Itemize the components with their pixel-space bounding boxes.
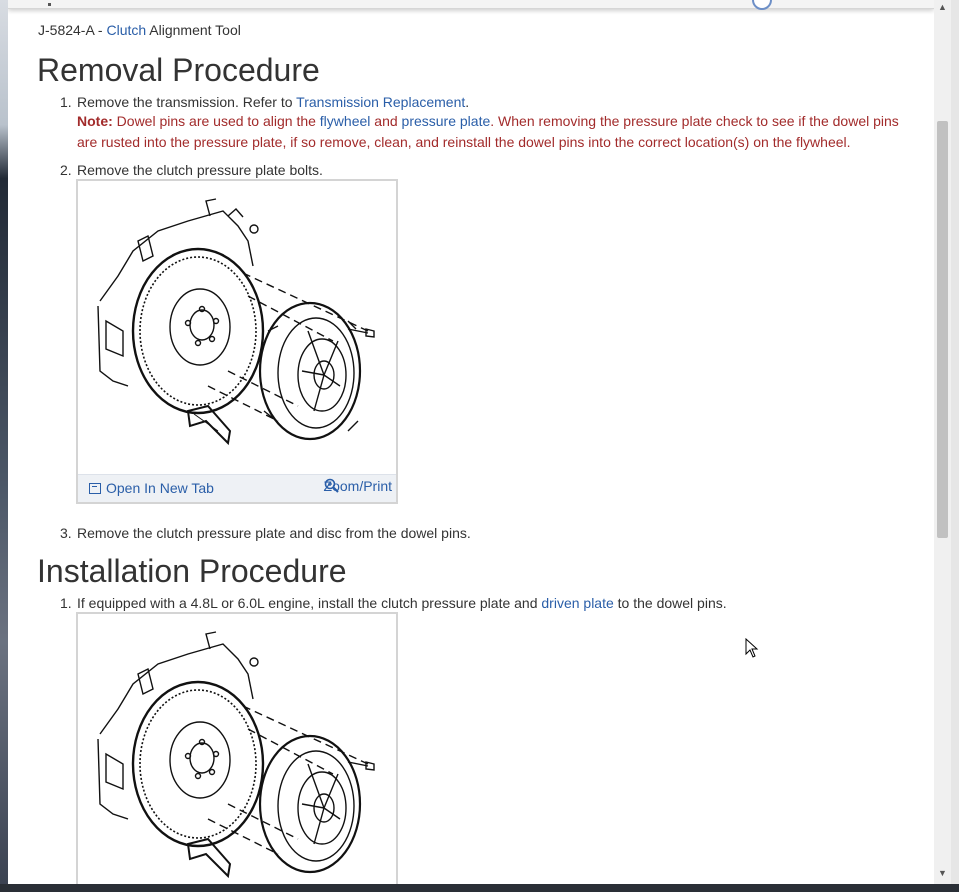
special-tool-line: J-5824-A - Clutch Alignment Tool <box>38 22 241 38</box>
desktop-edge-left <box>0 0 8 892</box>
page-viewport: J-5824-A - Clutch Alignment Tool Removal… <box>8 0 934 884</box>
driven-plate-link[interactable]: driven plate <box>541 595 613 611</box>
removal-step-3: 3. Remove the clutch pressure plate and … <box>60 523 471 543</box>
step-number: 2. <box>60 162 72 178</box>
note-label: Note: <box>77 113 113 129</box>
step-text: If equipped with a 4.8L or 6.0L engine, … <box>77 595 542 611</box>
tool-name-rest: Alignment Tool <box>146 22 241 38</box>
step-number: 1. <box>60 595 72 611</box>
flywheel-link[interactable]: flywheel <box>320 113 371 129</box>
installation-procedure-heading: Installation Procedure <box>37 553 347 589</box>
scroll-down-arrow-icon[interactable]: ▼ <box>938 868 947 878</box>
transmission-replacement-link[interactable]: Transmission Replacement <box>296 94 465 110</box>
clutch-figure-1[interactable]: Open In New Tab Zoom/Print <box>76 179 398 504</box>
note-text-a: Dowel pins are used to align the <box>112 113 320 129</box>
clutch-figure-2[interactable] <box>76 612 398 884</box>
removal-step-1: 1. Remove the transmission. Refer to Tra… <box>60 92 470 112</box>
tool-part-number: J-5824-A - <box>38 22 107 38</box>
scroll-up-arrow-icon[interactable]: ▲ <box>938 2 947 12</box>
window-edge-right <box>951 0 959 892</box>
install-step-1: 1. If equipped with a 4.8L or 6.0L engin… <box>60 593 727 613</box>
zoom-print-button[interactable]: Zoom/Print <box>324 478 392 494</box>
header-dot <box>48 3 51 6</box>
mouse-cursor-icon <box>745 638 759 658</box>
sticky-header-strip <box>8 0 934 10</box>
step-number: 3. <box>60 525 72 541</box>
note-text-b: and <box>370 113 402 129</box>
step-text: Remove the clutch pressure plate bolts. <box>77 162 323 178</box>
step-text: Remove the transmission. Refer to <box>77 94 297 110</box>
scrollbar-thumb[interactable] <box>937 121 948 538</box>
step-text-end: . <box>465 94 470 110</box>
open-label: Open In New Tab <box>106 480 214 496</box>
open-new-tab-icon <box>89 482 101 494</box>
step-text: Remove the clutch pressure plate and dis… <box>77 525 471 541</box>
vertical-scrollbar[interactable]: ▲ ▼ <box>934 0 951 884</box>
magnifier-plus-icon <box>324 478 339 493</box>
desktop-edge-bottom <box>0 884 959 892</box>
clutch-link[interactable]: Clutch <box>106 22 146 38</box>
clutch-illustration <box>97 631 375 879</box>
step-text-end: to the dowel pins. <box>613 595 727 611</box>
header-user-avatar[interactable] <box>752 0 772 10</box>
open-in-new-tab-button[interactable]: Open In New Tab <box>89 480 214 496</box>
removal-step-2: 2. Remove the clutch pressure plate bolt… <box>60 160 323 180</box>
step-number: 1. <box>60 94 72 110</box>
removal-procedure-heading: Removal Procedure <box>37 52 320 88</box>
dowel-pin-note: Note: Dowel pins are used to align the f… <box>77 111 917 153</box>
figure-toolbar: Open In New Tab Zoom/Print <box>78 474 396 502</box>
pressure-plate-link[interactable]: pressure plate <box>402 113 491 129</box>
clutch-illustration <box>97 198 375 446</box>
